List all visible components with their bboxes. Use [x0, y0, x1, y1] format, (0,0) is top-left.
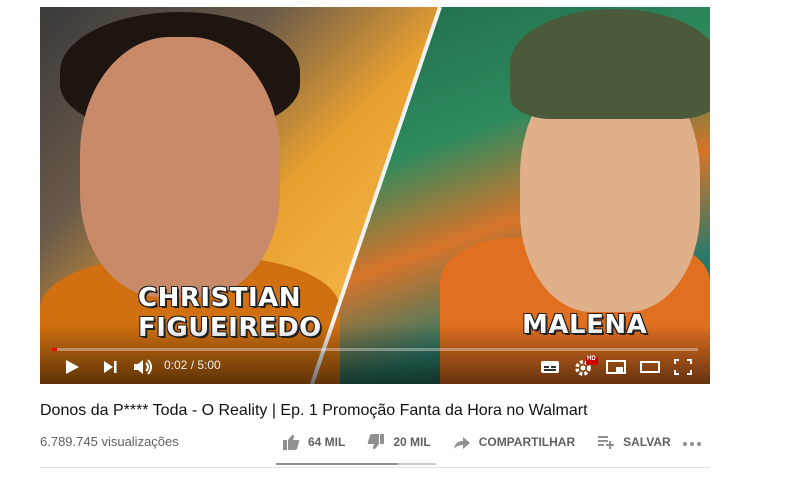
playlist-add-icon — [598, 436, 615, 449]
volume-icon — [134, 359, 152, 375]
play-button[interactable] — [64, 356, 80, 378]
like-count: 64 MIL — [308, 435, 346, 449]
video-title: Donos da P**** Toda - O Reality | Ep. 1 … — [40, 402, 588, 419]
hd-badge: HD — [587, 356, 596, 362]
dislike-button[interactable]: 20 MIL — [367, 434, 431, 450]
progress-fill — [52, 348, 57, 351]
theater-icon — [640, 361, 660, 373]
fullscreen-button[interactable] — [674, 356, 692, 378]
subtitles-button[interactable] — [540, 356, 560, 378]
sentiment-bar-fill — [276, 463, 398, 465]
subtitles-icon — [541, 361, 559, 373]
fullscreen-icon — [674, 359, 692, 375]
sentiment-bar — [276, 463, 436, 465]
view-count: 6.789.745 visualizações — [40, 434, 179, 449]
action-bar: 64 MIL 20 MIL COMPARTILHAR SALVAR — [282, 434, 693, 450]
miniplayer-button[interactable] — [606, 356, 626, 378]
volume-button[interactable] — [132, 356, 154, 378]
time-display: 0:02 / 5:00 — [164, 358, 221, 372]
share-icon — [453, 437, 470, 449]
share-label: COMPARTILHAR — [478, 435, 576, 449]
thumbs-up-icon — [283, 434, 300, 450]
next-button[interactable] — [102, 356, 118, 378]
share-button[interactable]: COMPARTILHAR — [453, 434, 575, 450]
save-label: SALVAR — [623, 435, 671, 449]
save-button[interactable]: SALVAR — [597, 434, 671, 450]
video-player[interactable]: CHRISTIAN FIGUEIREDO MALENA 0:02 / 5:00 … — [40, 7, 710, 384]
progress-bar[interactable] — [52, 348, 698, 351]
play-icon — [66, 360, 79, 374]
more-dots-icon — [683, 442, 701, 446]
miniplayer-icon — [606, 360, 626, 374]
more-actions-button[interactable] — [682, 436, 702, 457]
next-icon — [104, 361, 117, 373]
thumbs-down-icon — [368, 434, 385, 450]
divider-line — [40, 467, 710, 468]
theater-mode-button[interactable] — [640, 356, 660, 378]
settings-button[interactable]: HD — [574, 356, 598, 378]
dislike-count: 20 MIL — [393, 435, 431, 449]
like-button[interactable]: 64 MIL — [282, 434, 345, 450]
name-overlay-left-line1: CHRISTIAN — [138, 283, 302, 313]
